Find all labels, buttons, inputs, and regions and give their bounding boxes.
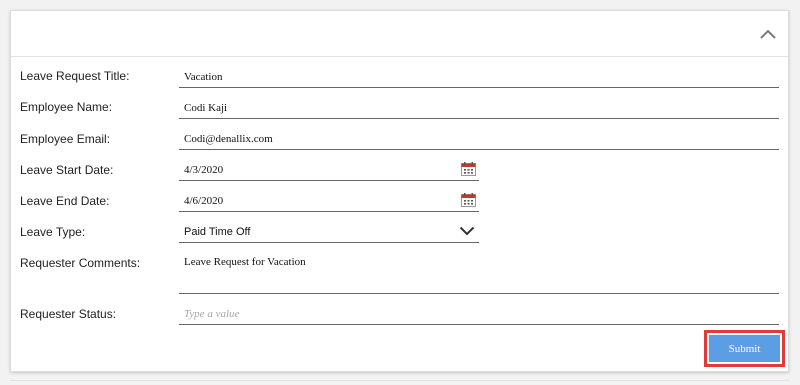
leave-request-form: Leave Request Title: Vacation Employee N… [10, 10, 789, 372]
employee-email-input[interactable]: Codi@denallix.com [179, 127, 779, 150]
employee-name-input[interactable]: Codi Kaji [179, 96, 779, 119]
submit-highlight: Submit [704, 330, 785, 367]
leave-start-value: 4/3/2020 [184, 164, 224, 176]
employee-email-value: Codi@denallix.com [184, 133, 273, 145]
leave-type-label: Leave Type: [20, 225, 86, 239]
form-header [11, 11, 788, 57]
submit-button[interactable]: Submit [709, 335, 780, 362]
leave-start-label: Leave Start Date: [20, 163, 114, 177]
leave-end-value: 4/6/2020 [184, 195, 224, 207]
leave-title-input[interactable]: Vacation [179, 65, 779, 88]
chevron-up-icon[interactable] [758, 24, 778, 44]
requester-status-placeholder: Type a value [184, 308, 240, 320]
chevron-down-icon[interactable] [459, 226, 475, 236]
leave-start-date-input[interactable]: 4/3/2020 [179, 158, 479, 181]
requester-comments-label: Requester Comments: [20, 256, 141, 270]
leave-end-label: Leave End Date: [20, 194, 110, 208]
leave-type-select[interactable]: Paid Time Off [179, 220, 479, 243]
employee-name-label: Employee Name: [20, 100, 113, 114]
leave-type-value: Paid Time Off [184, 226, 251, 238]
requester-status-label: Requester Status: [20, 307, 117, 321]
requester-status-input[interactable]: Type a value [179, 302, 779, 325]
employee-name-value: Codi Kaji [184, 102, 228, 114]
requester-comments-value: Leave Request for Vacation [184, 256, 306, 268]
calendar-icon[interactable] [461, 162, 476, 176]
bottom-divider [10, 380, 789, 381]
leave-title-value: Vacation [184, 71, 223, 83]
requester-comments-textarea[interactable]: Leave Request for Vacation [179, 251, 779, 294]
leave-title-label: Leave Request Title: [20, 69, 130, 83]
calendar-icon[interactable] [461, 193, 476, 207]
employee-email-label: Employee Email: [20, 132, 111, 146]
leave-end-date-input[interactable]: 4/6/2020 [179, 189, 479, 212]
